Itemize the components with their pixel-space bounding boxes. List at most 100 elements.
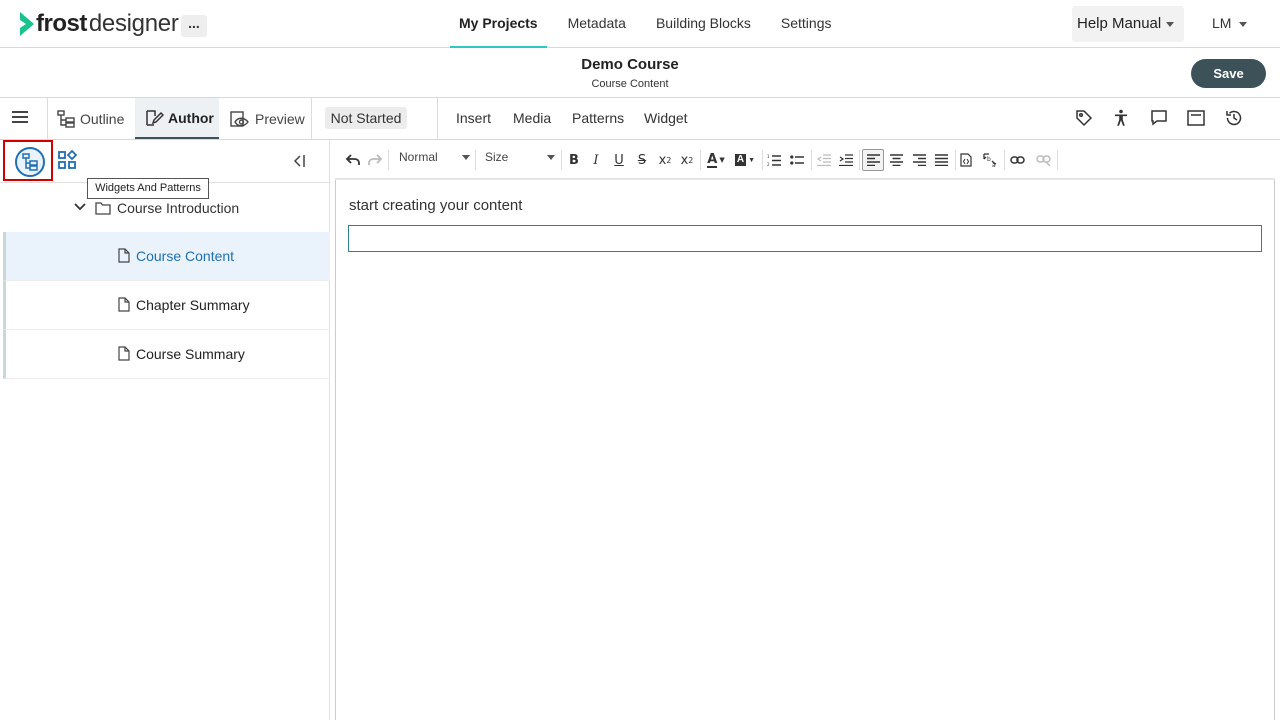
find-replace-button[interactable]: ba [980, 149, 1002, 171]
tree-page-course-summary[interactable]: Course Summary [3, 330, 330, 379]
comment-icon[interactable] [1149, 108, 1169, 128]
unlink-icon [1035, 155, 1051, 166]
document-icon [118, 297, 130, 312]
hamburger-menu-icon[interactable] [12, 111, 28, 125]
align-center-button[interactable] [885, 149, 907, 171]
svg-text:1: 1 [767, 154, 770, 159]
divider [437, 98, 438, 139]
svg-text:2: 2 [767, 162, 770, 167]
divider [388, 150, 389, 170]
collapse-panel-icon[interactable] [291, 153, 307, 169]
widgets-patterns-icon[interactable] [57, 150, 77, 170]
undo-icon [345, 154, 360, 165]
nav-settings[interactable]: Settings [772, 0, 841, 48]
tag-icon[interactable] [1074, 108, 1094, 128]
main-nav: My Projects Metadata Building Blocks Set… [450, 0, 853, 48]
numbered-list-icon: 12 [767, 154, 781, 167]
nav-metadata[interactable]: Metadata [559, 0, 635, 48]
divider [859, 150, 860, 170]
logo-text-light: designer [88, 10, 179, 37]
tree-page-course-content[interactable]: Course Content [3, 232, 330, 281]
editor-placeholder-text: start creating your content [349, 197, 523, 214]
document-icon [118, 248, 130, 263]
underline-button[interactable]: U [608, 149, 630, 171]
save-button[interactable]: Save [1191, 59, 1266, 88]
divider [700, 150, 701, 170]
align-right-icon [912, 154, 926, 166]
link-icon [1009, 156, 1025, 164]
align-left-button[interactable] [862, 149, 884, 171]
tree-page-label: Course Content [136, 248, 235, 264]
text-color-button[interactable]: A ▼ [703, 149, 729, 171]
undo-button[interactable] [342, 149, 364, 171]
tree-page-chapter-summary[interactable]: Chapter Summary [3, 281, 330, 330]
outline-tree-icon [15, 147, 45, 177]
notes-icon[interactable] [1186, 108, 1206, 128]
document-icon [118, 346, 130, 361]
chevron-down-icon [1239, 21, 1248, 27]
tab-author[interactable]: Author [135, 98, 219, 139]
user-menu[interactable]: LM [1212, 15, 1248, 31]
chevron-down-icon [1166, 21, 1175, 27]
divider [1004, 150, 1005, 170]
chevron-down-icon[interactable] [74, 202, 86, 212]
author-edit-icon [146, 109, 164, 126]
tooltip-widgets-patterns: Widgets And Patterns [87, 178, 209, 199]
chevron-down-icon [462, 155, 470, 160]
nav-my-projects[interactable]: My Projects [450, 0, 547, 48]
menu-patterns[interactable]: Patterns [572, 110, 624, 126]
accessibility-icon[interactable] [1111, 108, 1131, 128]
tree-page-label: Chapter Summary [136, 297, 250, 313]
background-color-button[interactable]: A ▼ [732, 149, 758, 171]
tree-page-label: Course Summary [136, 346, 245, 362]
italic-button[interactable]: I [585, 149, 607, 171]
tree-folder-label: Course Introduction [117, 200, 240, 216]
format-dropdown[interactable]: Normal [399, 150, 471, 164]
menu-insert[interactable]: Insert [456, 110, 491, 126]
menu-media[interactable]: Media [513, 110, 551, 126]
more-options-button[interactable]: ... [181, 15, 207, 37]
tab-outline[interactable]: Outline [56, 98, 130, 139]
history-icon[interactable] [1224, 108, 1244, 128]
frost-designer-logo[interactable]: frost designer [20, 10, 179, 38]
numbered-list-button[interactable]: 12 [763, 149, 785, 171]
folder-icon [95, 202, 111, 215]
course-title: Demo Course [581, 56, 679, 73]
svg-text:a: a [992, 162, 996, 168]
align-justify-button[interactable] [930, 149, 952, 171]
course-subtitle: Course Content [591, 78, 669, 90]
tab-preview-label: Preview [255, 110, 305, 127]
subscript-button[interactable]: x2 [654, 149, 676, 171]
tab-author-label: Author [168, 109, 214, 126]
divider [561, 150, 562, 170]
source-code-icon [960, 153, 972, 167]
size-dropdown[interactable]: Size [485, 150, 555, 164]
format-value: Normal [399, 150, 438, 164]
content-input-field[interactable] [348, 225, 1262, 252]
menu-widget[interactable]: Widget [644, 110, 688, 126]
nav-building-blocks[interactable]: Building Blocks [647, 0, 760, 48]
course-header: Demo Course Course Content Save [0, 48, 1280, 98]
bullet-list-icon [790, 154, 804, 165]
bullet-list-button[interactable] [786, 149, 808, 171]
help-manual-dropdown[interactable]: Help Manual [1072, 6, 1184, 42]
redo-button[interactable] [364, 149, 386, 171]
unlink-button[interactable] [1032, 149, 1054, 171]
outline-tab-button[interactable] [3, 140, 53, 181]
strikethrough-button[interactable]: S [631, 149, 653, 171]
align-center-icon [889, 154, 903, 166]
bold-button[interactable]: B [563, 149, 585, 171]
status-button[interactable]: Not Started [325, 107, 407, 129]
outdent-icon [817, 154, 831, 166]
rich-text-toolbar: Normal Size B I U S x2 x2 A ▼ A ▼ 12 ba [335, 140, 1275, 180]
editor-canvas[interactable]: start creating your content [335, 180, 1275, 720]
source-code-button[interactable] [955, 149, 977, 171]
increase-indent-button[interactable] [835, 149, 857, 171]
superscript-button[interactable]: x2 [676, 149, 698, 171]
tab-preview[interactable]: Preview [229, 98, 305, 139]
panel-tabs [0, 140, 330, 183]
align-right-button[interactable] [908, 149, 930, 171]
align-justify-icon [934, 154, 948, 166]
decrease-indent-button[interactable] [813, 149, 835, 171]
link-button[interactable] [1006, 149, 1028, 171]
